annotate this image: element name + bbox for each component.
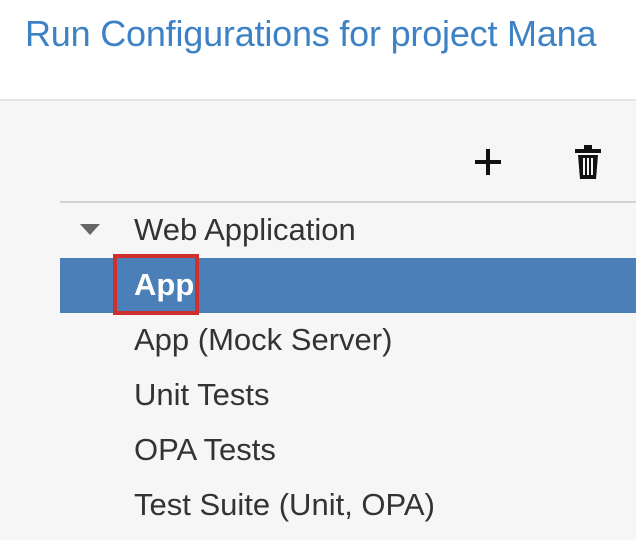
tree-group-label: Web Application	[134, 212, 356, 247]
tree-item-unit-tests[interactable]: Unit Tests	[60, 368, 636, 423]
expand-arrow-icon[interactable]	[78, 220, 102, 240]
tree-item-label: App (Mock Server)	[134, 322, 393, 357]
tree-item-app[interactable]: App	[60, 254, 636, 315]
tree-item-label: OPA Tests	[134, 432, 276, 467]
plus-icon	[475, 149, 501, 175]
trash-icon	[575, 145, 601, 179]
tree-group-web-application[interactable]: Web Application	[60, 205, 636, 255]
tree-item-label: Test Suite (Unit, OPA)	[134, 487, 435, 522]
run-configurations-dialog: Run Configurations for project Mana Web …	[0, 0, 636, 540]
tree-item-app-mock-server[interactable]: App (Mock Server)	[60, 313, 636, 368]
toolbar-divider	[60, 201, 636, 203]
tree-item-label: Unit Tests	[134, 377, 270, 412]
dialog-title: Run Configurations for project Mana	[25, 13, 597, 54]
delete-configuration-button[interactable]	[563, 138, 613, 186]
tree-item-test-suite[interactable]: Test Suite (Unit, OPA)	[60, 478, 636, 533]
tree-item-opa-tests[interactable]: OPA Tests	[60, 423, 636, 478]
add-configuration-button[interactable]	[463, 138, 513, 186]
tree-item-label: App	[134, 267, 195, 302]
